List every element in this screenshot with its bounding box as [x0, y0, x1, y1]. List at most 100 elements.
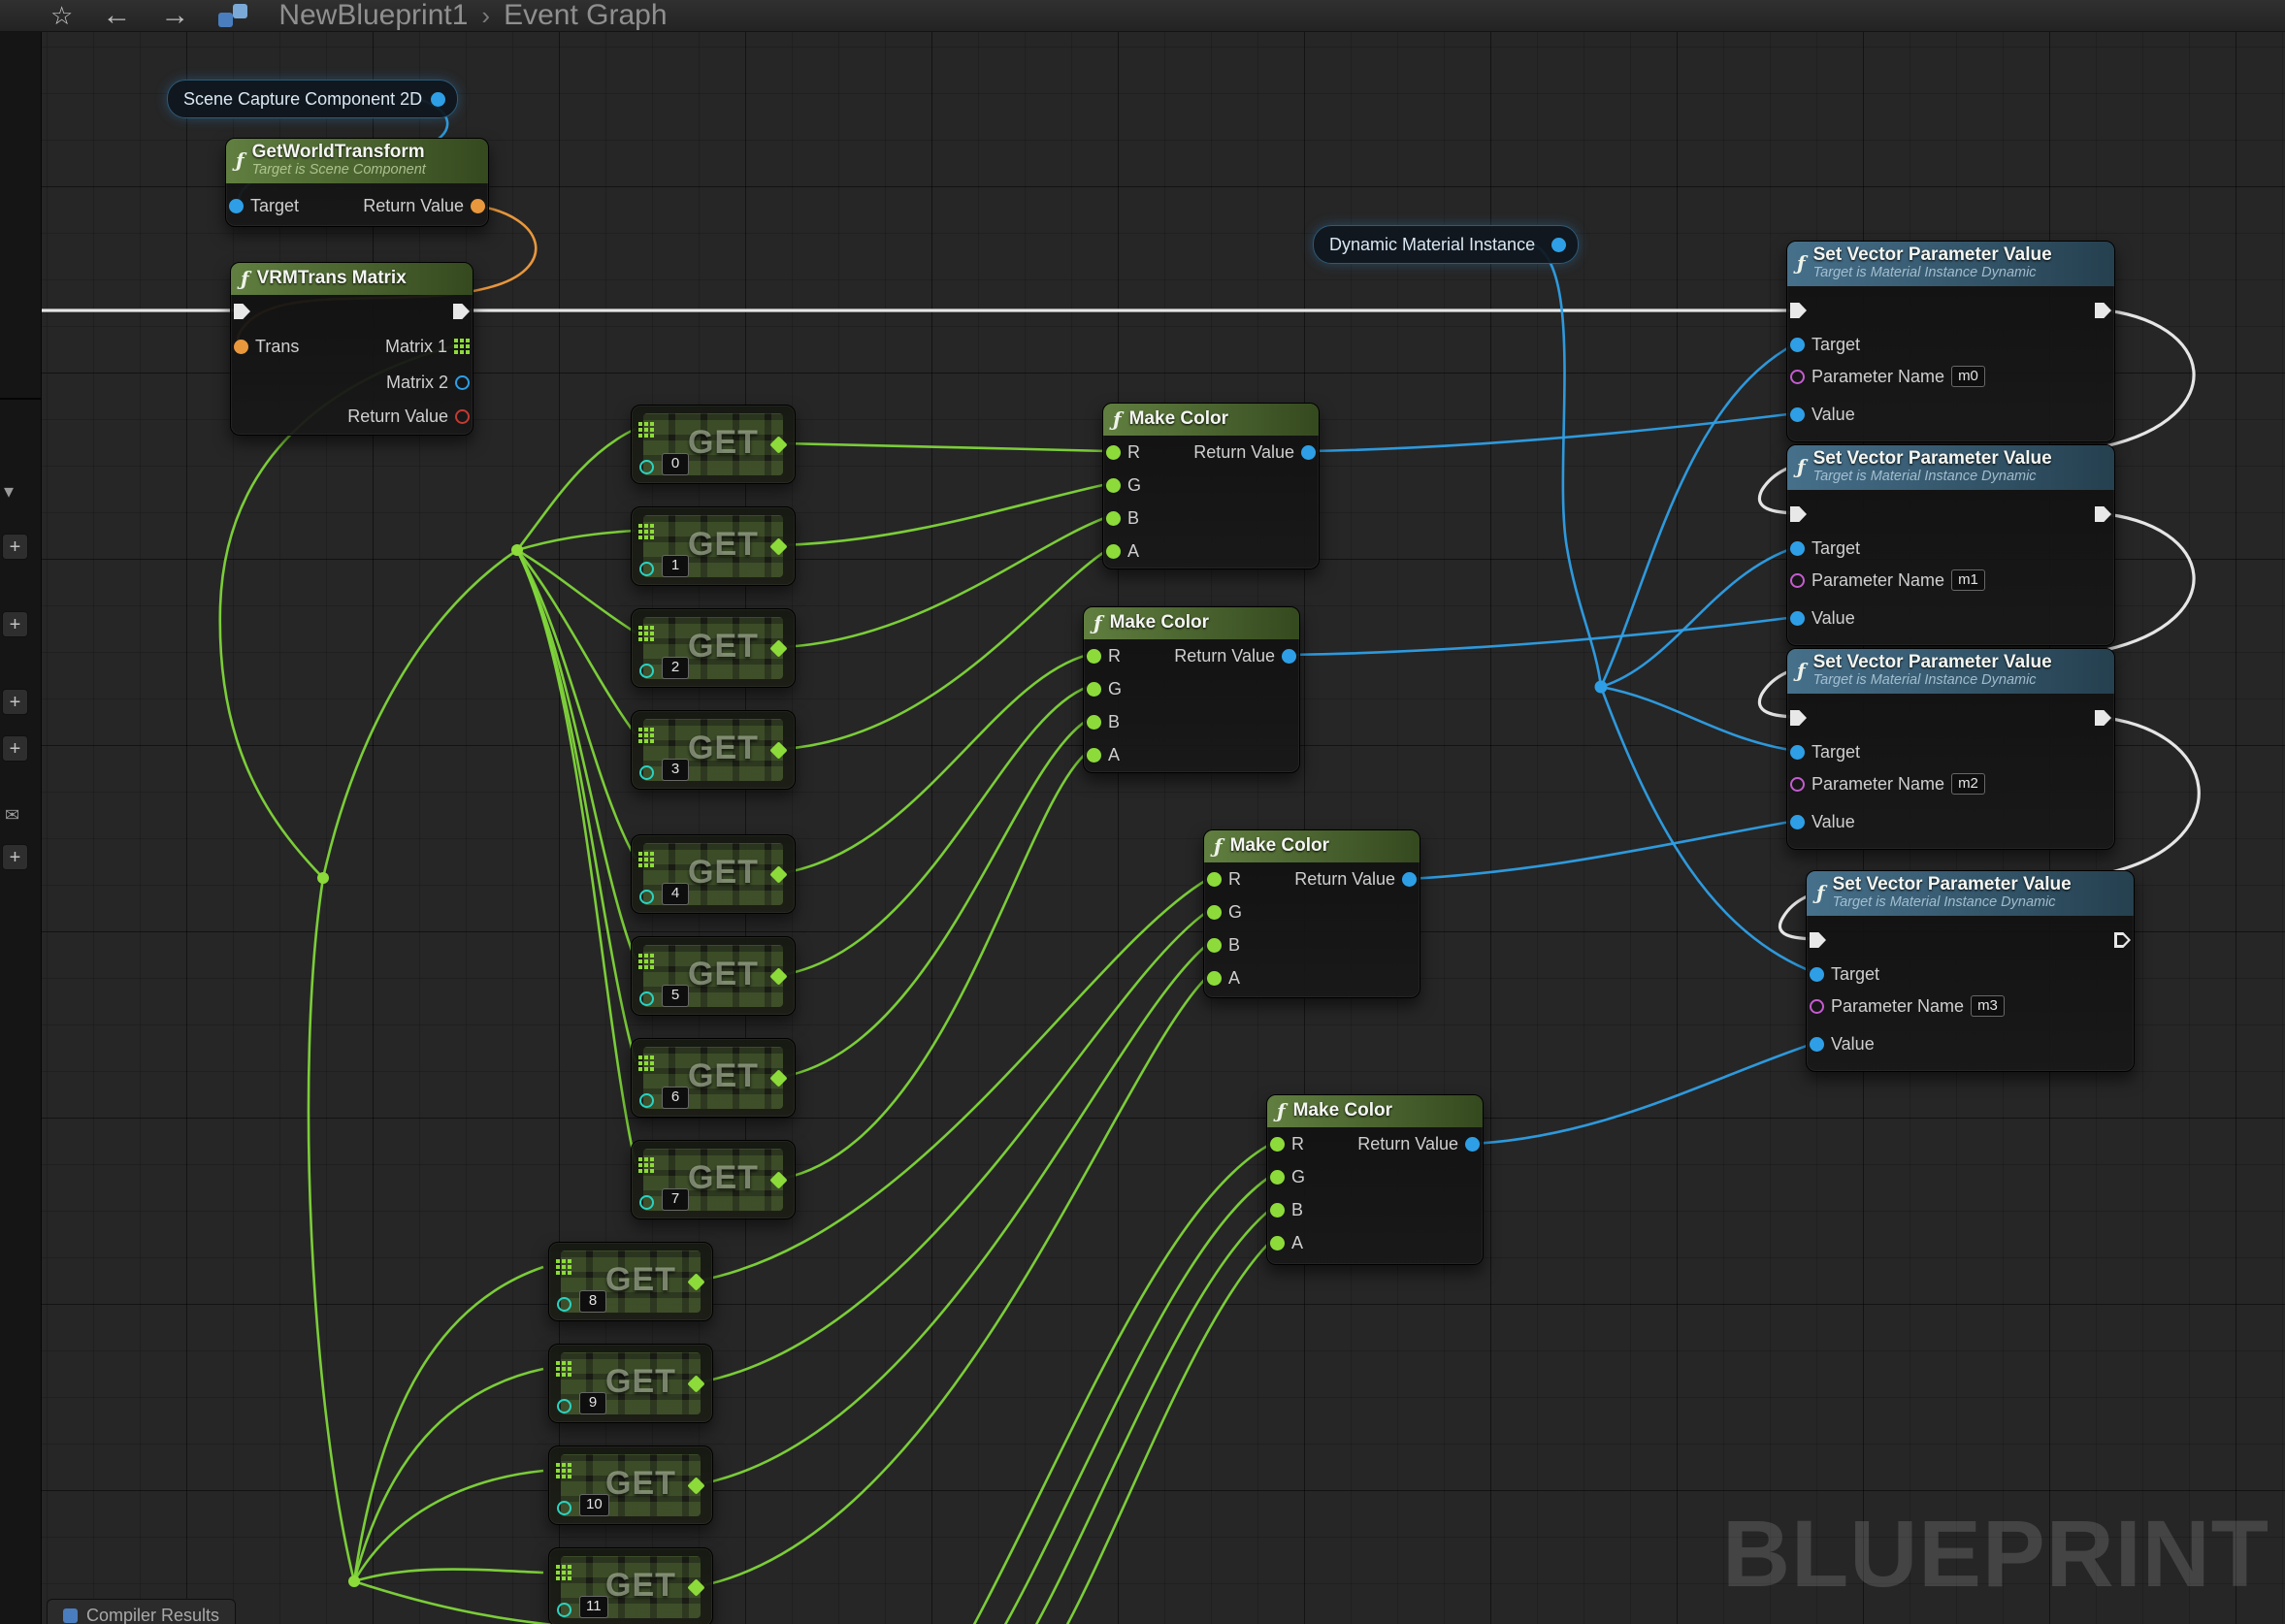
target-pin[interactable] — [1810, 967, 1824, 982]
parameter-name-pin[interactable] — [1790, 573, 1805, 588]
index-pin[interactable] — [557, 1603, 571, 1617]
index-value[interactable]: 9 — [579, 1392, 606, 1414]
exec-out-pin[interactable] — [2114, 932, 2131, 948]
b-pin[interactable] — [1106, 511, 1121, 526]
parameter-name-value[interactable]: m1 — [1951, 569, 1985, 592]
event-dispatcher-icon[interactable]: ✉ — [5, 805, 19, 826]
star-icon[interactable]: ☆ — [50, 3, 73, 28]
reroute-node-bundle[interactable] — [511, 544, 523, 556]
array-pin[interactable] — [556, 1463, 571, 1478]
node-scene-capture-component[interactable]: Scene Capture Component 2D — [167, 80, 458, 118]
g-pin[interactable] — [1270, 1170, 1285, 1185]
matrix1-array-pin[interactable] — [454, 339, 470, 354]
exec-out-pin[interactable] — [2095, 506, 2111, 522]
r-pin[interactable] — [1106, 445, 1121, 460]
array-pin[interactable] — [556, 1259, 571, 1275]
array-pin[interactable] — [638, 626, 654, 641]
panel-add-button-3[interactable]: + — [2, 689, 28, 715]
exec-out-pin[interactable] — [2095, 303, 2111, 318]
node-set-vector-parameter-2[interactable]: ƒ Set Vector Parameter Value Target is M… — [1786, 648, 2115, 850]
target-pin[interactable] — [1790, 745, 1805, 760]
matrix2-pin[interactable] — [455, 375, 470, 390]
r-pin[interactable] — [1207, 872, 1222, 887]
index-pin[interactable] — [639, 991, 654, 1006]
node-get-1[interactable]: GET 1 — [631, 506, 796, 586]
index-value[interactable]: 4 — [662, 883, 689, 905]
return-value-pin[interactable] — [1402, 872, 1417, 887]
panel-add-button-1[interactable]: + — [2, 534, 28, 560]
array-pin[interactable] — [638, 728, 654, 743]
index-pin[interactable] — [639, 664, 654, 678]
node-get-2[interactable]: GET 2 — [631, 608, 796, 688]
reroute-node-left[interactable] — [317, 872, 329, 884]
index-pin[interactable] — [557, 1297, 571, 1312]
b-pin[interactable] — [1087, 715, 1101, 730]
breadcrumb-blueprint[interactable]: NewBlueprint1 — [278, 0, 468, 32]
node-get-8[interactable]: GET 8 — [548, 1242, 713, 1321]
index-value[interactable]: 1 — [662, 555, 689, 577]
node-get-9[interactable]: GET 9 — [548, 1344, 713, 1423]
output-pin[interactable] — [687, 1578, 704, 1596]
output-pin[interactable] — [769, 639, 787, 657]
index-value[interactable]: 5 — [662, 985, 689, 1007]
b-pin[interactable] — [1270, 1203, 1285, 1218]
output-pin[interactable] — [769, 741, 787, 759]
forward-icon[interactable]: → — [160, 0, 189, 32]
target-pin[interactable] — [1790, 338, 1805, 352]
parameter-name-pin[interactable] — [1790, 777, 1805, 792]
node-dynamic-material-instance[interactable]: Dynamic Material Instance — [1313, 225, 1579, 264]
b-pin[interactable] — [1207, 938, 1222, 953]
array-pin[interactable] — [638, 852, 654, 867]
parameter-name-pin[interactable] — [1810, 999, 1824, 1014]
target-pin[interactable] — [1790, 541, 1805, 556]
output-pin[interactable] — [769, 967, 787, 985]
return-value-pin[interactable] — [471, 199, 485, 213]
node-get-11[interactable]: GET 11 — [548, 1547, 713, 1624]
exec-in-pin[interactable] — [234, 304, 250, 319]
node-get-4[interactable]: GET 4 — [631, 834, 796, 914]
index-pin[interactable] — [639, 1195, 654, 1210]
output-pin[interactable] — [769, 1069, 787, 1087]
back-icon[interactable]: ← — [102, 0, 131, 32]
output-pin[interactable] — [769, 537, 787, 555]
return-value-pin[interactable] — [1465, 1137, 1480, 1152]
array-pin[interactable] — [638, 1157, 654, 1173]
array-pin[interactable] — [638, 422, 654, 438]
panel-add-button-5[interactable]: + — [2, 844, 28, 870]
exec-in-pin[interactable] — [1790, 303, 1807, 318]
exec-in-pin[interactable] — [1810, 932, 1826, 948]
trans-pin[interactable] — [234, 340, 248, 354]
index-value[interactable]: 7 — [662, 1188, 689, 1211]
index-pin[interactable] — [557, 1399, 571, 1413]
parameter-name-value[interactable]: m2 — [1951, 773, 1985, 796]
exec-in-pin[interactable] — [1790, 710, 1807, 726]
output-pin[interactable] — [769, 1171, 787, 1188]
node-set-vector-parameter-3[interactable]: ƒ Set Vector Parameter Value Target is M… — [1806, 870, 2135, 1072]
index-value[interactable]: 10 — [579, 1494, 609, 1516]
output-pin[interactable] — [687, 1375, 704, 1392]
node-get-5[interactable]: GET 5 — [631, 936, 796, 1016]
g-pin[interactable] — [1207, 905, 1222, 920]
node-get-10[interactable]: GET 10 — [548, 1445, 713, 1525]
node-make-color-2[interactable]: ƒ Make Color R Return Value G B A — [1203, 829, 1420, 998]
array-pin[interactable] — [556, 1565, 571, 1580]
index-pin[interactable] — [557, 1501, 571, 1515]
output-pin[interactable] — [687, 1477, 704, 1494]
a-pin[interactable] — [1087, 748, 1101, 763]
compiler-results-tab[interactable]: Compiler Results — [47, 1599, 236, 1624]
panel-add-button-2[interactable]: + — [2, 611, 28, 637]
array-pin[interactable] — [638, 524, 654, 539]
value-pin[interactable] — [1790, 407, 1805, 422]
index-pin[interactable] — [639, 460, 654, 474]
index-value[interactable]: 0 — [662, 453, 689, 475]
panel-collapse-caret[interactable]: ▾ — [4, 479, 14, 503]
target-pin[interactable] — [229, 199, 244, 213]
value-pin[interactable] — [1810, 1037, 1824, 1052]
node-vrm-trans-matrix[interactable]: ƒ VRMTrans Matrix Trans Matrix 1 Matrix … — [230, 262, 473, 436]
parameter-name-value[interactable]: m3 — [1971, 995, 2005, 1018]
reroute-node-bottom[interactable] — [348, 1575, 360, 1587]
node-set-vector-parameter-1[interactable]: ƒ Set Vector Parameter Value Target is M… — [1786, 444, 2115, 646]
index-pin[interactable] — [639, 1093, 654, 1108]
index-pin[interactable] — [639, 765, 654, 780]
node-make-color-3[interactable]: ƒ Make Color R Return Value G B A — [1266, 1094, 1484, 1265]
